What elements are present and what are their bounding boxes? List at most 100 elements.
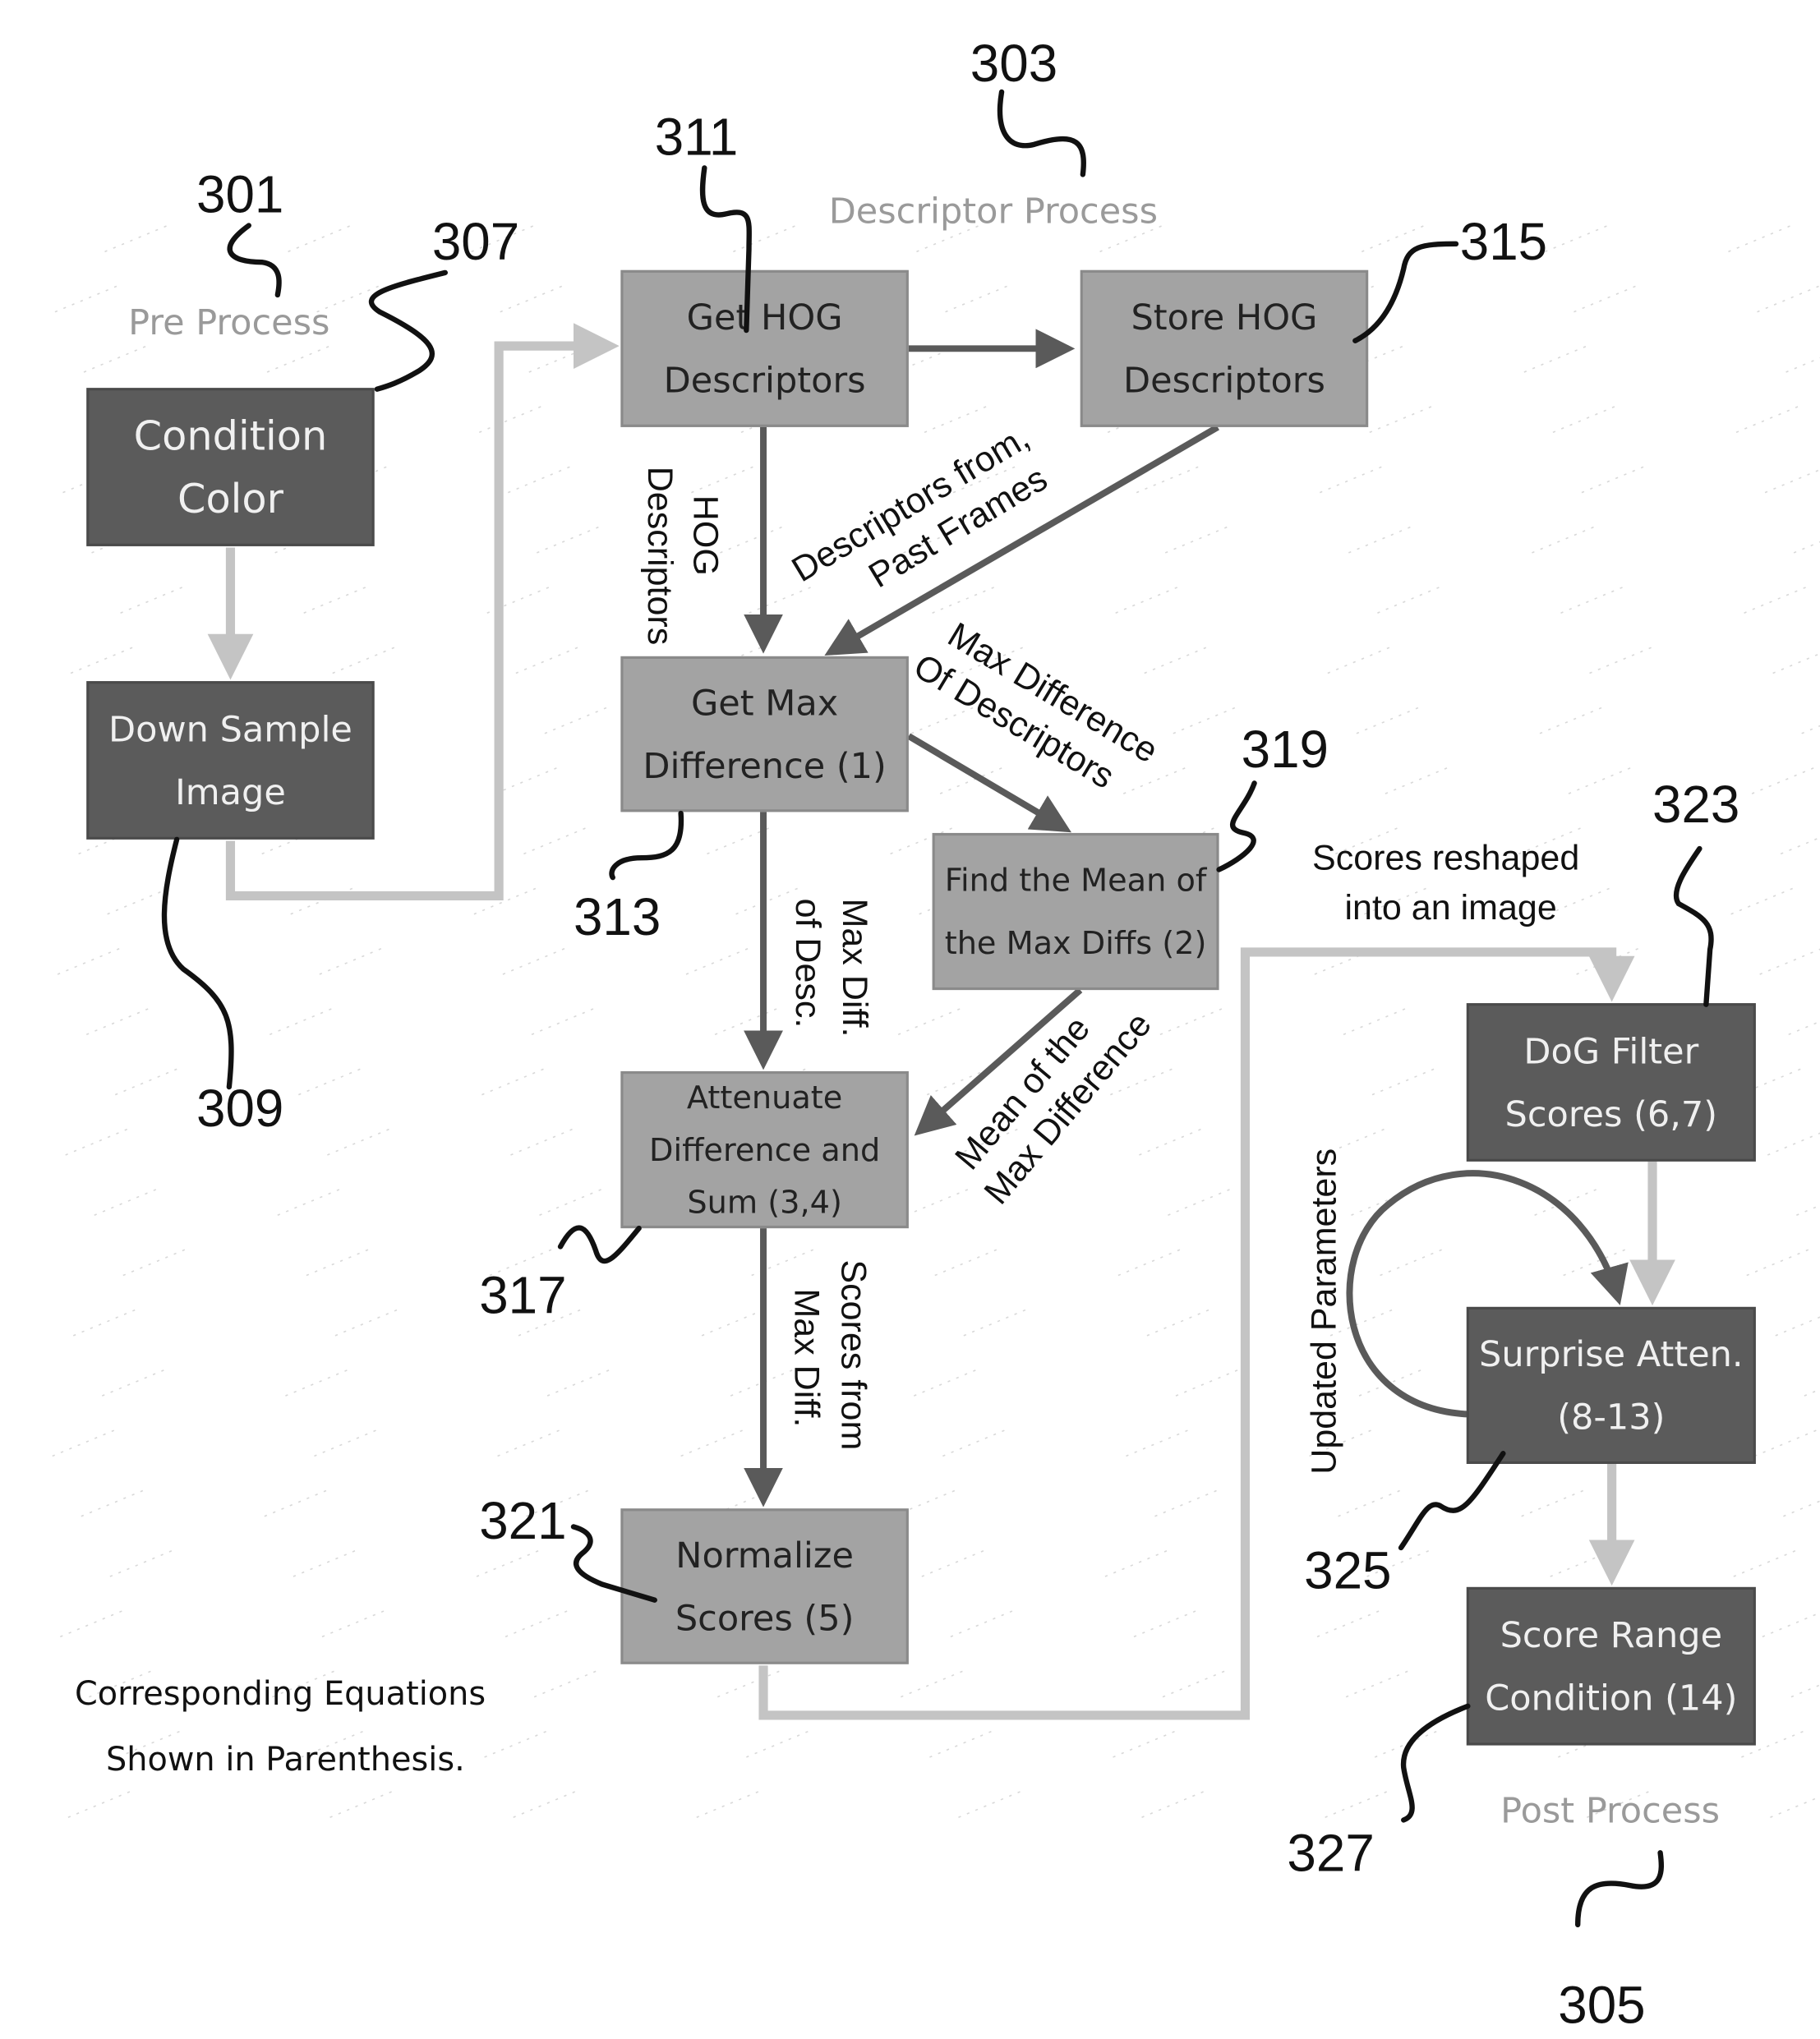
box-label-line: Score Range (1500, 1615, 1722, 1656)
ref-numeral-317: 317 (479, 1266, 566, 1325)
hatch-stroke (685, 947, 749, 975)
hatch-stroke (1735, 405, 1799, 434)
hatch-stroke (1764, 468, 1820, 494)
hatch-stroke (122, 1248, 187, 1277)
hatch-stroke (1139, 1128, 1203, 1156)
box-label-line: Get Max (691, 683, 838, 724)
hatch-stroke (701, 1309, 765, 1337)
hatch-stroke (716, 1670, 781, 1698)
hatch-stroke (720, 526, 784, 554)
hatch-stroke (942, 1429, 1007, 1457)
hatch-stroke (1338, 1489, 1402, 1517)
hatch-stroke (1772, 652, 1820, 674)
hatch-stroke (1115, 586, 1179, 614)
box-find-mean-max-diffs: Find the Mean of the Max Diffs (2) (932, 832, 1219, 991)
hatch-stroke (507, 466, 572, 494)
hatch-stroke (1380, 1248, 1444, 1277)
hatch-stroke (546, 1369, 611, 1397)
hatch-stroke (1133, 1609, 1197, 1638)
leader-line-307 (368, 269, 448, 392)
hatch-stroke (495, 766, 559, 794)
hatch-stroke (114, 1068, 179, 1096)
hatch-stroke (1788, 1020, 1820, 1036)
box-shape (1080, 269, 1369, 427)
box-get-hog-descriptors: Get HOG Descriptors (620, 269, 909, 427)
hatch-stroke (298, 1068, 362, 1096)
hatch-stroke (1117, 1248, 1182, 1277)
box-label-line: Descriptors (1123, 361, 1325, 402)
ref-numeral-327: 327 (1287, 1824, 1374, 1883)
hatch-stroke (321, 1609, 385, 1638)
hatch-stroke (101, 1369, 166, 1397)
hatch-stroke (334, 1309, 399, 1337)
hatch-stroke (1547, 887, 1611, 915)
hatch-stroke (539, 1188, 603, 1216)
hatch-stroke (104, 224, 168, 253)
footnote-equations: Corresponding Equations Shown in Parenth… (75, 1675, 496, 1779)
footnote-line: Corresponding Equations (75, 1675, 486, 1713)
hatch-stroke (1175, 1369, 1239, 1397)
hatch-stroke (293, 1549, 357, 1577)
box-shape (932, 832, 1219, 991)
box-label-line: the Max Diffs (2) (945, 926, 1207, 962)
box-label-line: Descriptors (664, 361, 866, 402)
box-label-line: Attenuate (687, 1080, 842, 1116)
hatch-stroke (303, 586, 367, 614)
box-label-line: Sum (3,4) (687, 1185, 842, 1222)
hatch-stroke (1733, 1549, 1797, 1577)
hatch-stroke (945, 285, 1009, 313)
edge-label-scores-reshaped: Scores reshaped into an image (1312, 839, 1589, 928)
section-label-post-process: Post Process (1500, 1791, 1720, 1832)
hatch-stroke (1730, 887, 1795, 915)
hatch-stroke (1104, 1549, 1168, 1577)
edge-label-line: Scores from (834, 1259, 873, 1450)
leader-line-319 (1216, 780, 1257, 872)
edge-label-max-diff-of-desc: Max Diff. of Desc. (788, 899, 874, 1047)
hatch-stroke (1552, 405, 1616, 434)
hatch-stroke (1804, 1388, 1820, 1397)
leader-line-301 (227, 223, 282, 298)
ref-numeral-315: 315 (1460, 212, 1547, 271)
hatch-stroke (963, 1309, 1027, 1337)
leader-line-309 (161, 836, 234, 1090)
hatch-stroke (319, 947, 383, 975)
box-dog-filter-scores: DoG Filter Scores (6,7) (1466, 1003, 1756, 1162)
box-label-line: Condition (14) (1485, 1678, 1737, 1719)
hatch-stroke (1164, 526, 1229, 554)
hatch-stroke (67, 1790, 131, 1818)
hatch-stroke (1173, 707, 1237, 734)
hatch-stroke (269, 1007, 334, 1036)
box-label-line: Normalize (675, 1535, 854, 1576)
hatch-stroke (72, 1309, 137, 1337)
hatch-stroke (1377, 586, 1441, 614)
hatch-stroke (1770, 1796, 1820, 1818)
section-label-descriptor-process: Descriptor Process (829, 191, 1158, 232)
hatch-stroke (1775, 1316, 1820, 1337)
hatch-stroke (537, 526, 601, 554)
hatch-stroke (696, 1790, 760, 1818)
hatch-stroke (59, 1609, 124, 1638)
hatch-stroke (897, 1007, 961, 1036)
hatch-stroke (1316, 1609, 1380, 1638)
hatch-stroke (1728, 224, 1792, 253)
hatch-stroke (329, 1790, 394, 1818)
box-normalize-scores: Normalize Scores (5) (620, 1508, 909, 1664)
hatch-stroke (94, 1188, 158, 1216)
hatch-stroke (1168, 1188, 1232, 1216)
box-label-line: (8-13) (1557, 1397, 1665, 1438)
edge-label-line: Max Diff. (786, 1288, 826, 1427)
hatch-stroke (1568, 766, 1632, 794)
flowchart-figure: Condition Color Down Sample Image Get HOG Des… (52, 34, 1820, 2034)
hatch-stroke (109, 1549, 173, 1577)
hatch-stroke (1154, 1489, 1219, 1517)
hatch-stroke (81, 1489, 145, 1517)
hatch-stroke (1790, 1684, 1820, 1698)
edge-label-hog-descriptors: HOG Descriptors (640, 467, 726, 646)
footnote-line: Shown in Parenthesis. (106, 1741, 465, 1779)
hatch-stroke (484, 1730, 548, 1758)
box-shape (1466, 1003, 1756, 1162)
leader-line-313 (609, 810, 684, 881)
hatch-stroke (1545, 224, 1609, 253)
ref-numeral-313: 313 (574, 887, 661, 946)
hatch-stroke (513, 1790, 577, 1818)
